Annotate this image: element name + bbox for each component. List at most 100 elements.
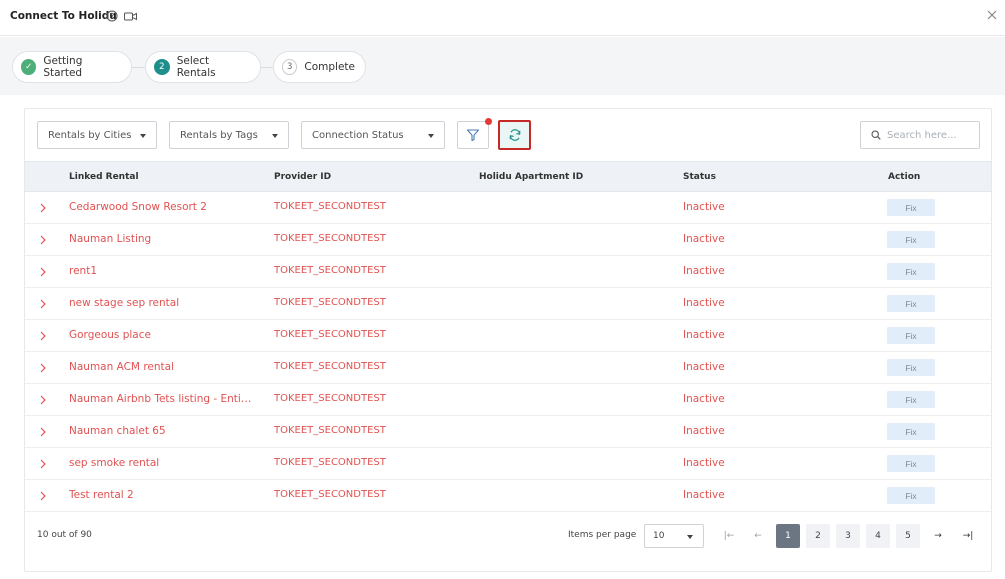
dropdown-label: Rentals by Tags [180, 129, 258, 141]
step-connector [260, 67, 274, 68]
chevron-right-icon[interactable] [39, 491, 47, 501]
result-count: 10 out of 90 [37, 530, 92, 540]
table-row[interactable]: new stage sep rental TOKEET_SECONDTEST I… [25, 288, 991, 320]
provider-id: TOKEET_SECONDTEST [274, 297, 386, 308]
first-page-button[interactable]: |← [717, 524, 741, 548]
rental-name-link[interactable]: sep smoke rental [69, 457, 254, 469]
search-icon [871, 130, 881, 140]
table-row[interactable]: Cedarwood Snow Resort 2 TOKEET_SECONDTES… [25, 192, 991, 224]
items-per-page-label: Items per page [568, 530, 637, 540]
chevron-right-icon[interactable] [39, 459, 47, 469]
chevron-right-icon[interactable] [39, 427, 47, 437]
chevron-right-icon[interactable] [39, 235, 47, 245]
chevron-right-icon[interactable] [39, 299, 47, 309]
table-body: Cedarwood Snow Resort 2 TOKEET_SECONDTES… [25, 192, 991, 512]
status-text: Inactive [683, 233, 725, 245]
page-3-button[interactable]: 3 [836, 524, 860, 548]
rental-name-link[interactable]: Cedarwood Snow Resort 2 [69, 201, 254, 213]
status-text: Inactive [683, 393, 725, 405]
header-status[interactable]: Status [683, 172, 716, 182]
prev-page-button[interactable]: ← [746, 524, 770, 548]
page-1-button[interactable]: 1 [776, 524, 800, 548]
status-text: Inactive [683, 329, 725, 341]
caret-down-icon [687, 535, 693, 539]
close-icon[interactable] [987, 10, 997, 20]
table-row[interactable]: Nauman Listing TOKEET_SECONDTEST Inactiv… [25, 224, 991, 256]
fix-button[interactable]: Fix [887, 391, 935, 408]
provider-id: TOKEET_SECONDTEST [274, 457, 386, 468]
caret-down-icon [272, 134, 278, 138]
rental-name-link[interactable]: Nauman ACM rental [69, 361, 254, 373]
refresh-button[interactable] [498, 120, 531, 150]
table-row[interactable]: Nauman Airbnb Tets listing - Entire home… [25, 384, 991, 416]
status-text: Inactive [683, 361, 725, 373]
step-getting-started[interactable]: ✓ Getting Started [12, 51, 132, 83]
status-text: Inactive [683, 297, 725, 309]
fix-button[interactable]: Fix [887, 487, 935, 504]
table-row[interactable]: Nauman chalet 65 TOKEET_SECONDTEST Inact… [25, 416, 991, 448]
chevron-right-icon[interactable] [39, 203, 47, 213]
rental-name-link[interactable]: Test rental 2 [69, 489, 254, 501]
provider-id: TOKEET_SECONDTEST [274, 393, 386, 404]
filter-status-dropdown[interactable]: Connection Status [301, 121, 445, 149]
modal-title: Connect To Holidu [10, 10, 117, 22]
provider-id: TOKEET_SECONDTEST [274, 489, 386, 500]
fix-button[interactable]: Fix [887, 231, 935, 248]
provider-id: TOKEET_SECONDTEST [274, 425, 386, 436]
filter-icon [466, 129, 480, 142]
table-row[interactable]: rent1 TOKEET_SECONDTEST Inactive Fix [25, 256, 991, 288]
status-text: Inactive [683, 489, 725, 501]
filter-cities-dropdown[interactable]: Rentals by Cities [37, 121, 157, 149]
header-provider-id[interactable]: Provider ID [274, 172, 331, 182]
chevron-right-icon[interactable] [39, 267, 47, 277]
step-complete[interactable]: 3 Complete [273, 51, 366, 83]
help-question-icon[interactable] [106, 10, 118, 22]
fix-button[interactable]: Fix [887, 423, 935, 440]
step-number-badge: 2 [154, 59, 170, 75]
rental-name-link[interactable]: rent1 [69, 265, 254, 277]
chevron-right-icon[interactable] [39, 363, 47, 373]
provider-id: TOKEET_SECONDTEST [274, 233, 386, 244]
search-input[interactable] [887, 129, 973, 141]
refresh-icon [509, 129, 520, 141]
table-row[interactable]: Gorgeous place TOKEET_SECONDTEST Inactiv… [25, 320, 991, 352]
chevron-right-icon[interactable] [39, 395, 47, 405]
rental-name-link[interactable]: new stage sep rental [69, 297, 254, 309]
rental-name-link[interactable]: Nauman Airbnb Tets listing - Entire home [69, 393, 254, 405]
header-action: Action [888, 172, 921, 182]
pagination-bar: 10 out of 90 Items per page 10 |← ← 1 2 … [25, 513, 991, 563]
next-page-button[interactable]: → [926, 524, 950, 548]
table-row[interactable]: Test rental 2 TOKEET_SECONDTEST Inactive… [25, 480, 991, 512]
search-box[interactable] [860, 121, 980, 149]
table-row[interactable]: Nauman ACM rental TOKEET_SECONDTEST Inac… [25, 352, 991, 384]
page-2-button[interactable]: 2 [806, 524, 830, 548]
page-5-button[interactable]: 5 [896, 524, 920, 548]
header-linked-rental[interactable]: Linked Rental [69, 172, 139, 182]
items-per-page-select[interactable]: 10 [644, 524, 704, 548]
filter-tags-dropdown[interactable]: Rentals by Tags [169, 121, 289, 149]
rental-name-link[interactable]: Nauman Listing [69, 233, 254, 245]
fix-button[interactable]: Fix [887, 263, 935, 280]
fix-button[interactable]: Fix [887, 327, 935, 344]
provider-id: TOKEET_SECONDTEST [274, 329, 386, 340]
page-4-button[interactable]: 4 [866, 524, 890, 548]
fix-button[interactable]: Fix [887, 295, 935, 312]
last-page-button[interactable]: →| [956, 524, 980, 548]
fix-button[interactable]: Fix [887, 359, 935, 376]
table-row[interactable]: sep smoke rental TOKEET_SECONDTEST Inact… [25, 448, 991, 480]
table-header: Linked Rental Provider ID Holidu Apartme… [25, 161, 991, 192]
header-holidu-apartment-id[interactable]: Holidu Apartment ID [479, 172, 583, 182]
chevron-right-icon[interactable] [39, 331, 47, 341]
rental-name-link[interactable]: Nauman chalet 65 [69, 425, 254, 437]
caret-down-icon [140, 134, 146, 138]
fix-button[interactable]: Fix [887, 199, 935, 216]
step-select-rentals[interactable]: 2 Select Rentals [145, 51, 261, 83]
video-camera-icon[interactable] [124, 11, 137, 22]
stepper: ✓ Getting Started 2 Select Rentals 3 Com… [0, 37, 1005, 95]
provider-id: TOKEET_SECONDTEST [274, 201, 386, 212]
caret-down-icon [428, 134, 434, 138]
fix-button[interactable]: Fix [887, 455, 935, 472]
dropdown-label: Rentals by Cities [48, 129, 132, 141]
rental-name-link[interactable]: Gorgeous place [69, 329, 254, 341]
advanced-filter-button[interactable] [457, 118, 492, 149]
